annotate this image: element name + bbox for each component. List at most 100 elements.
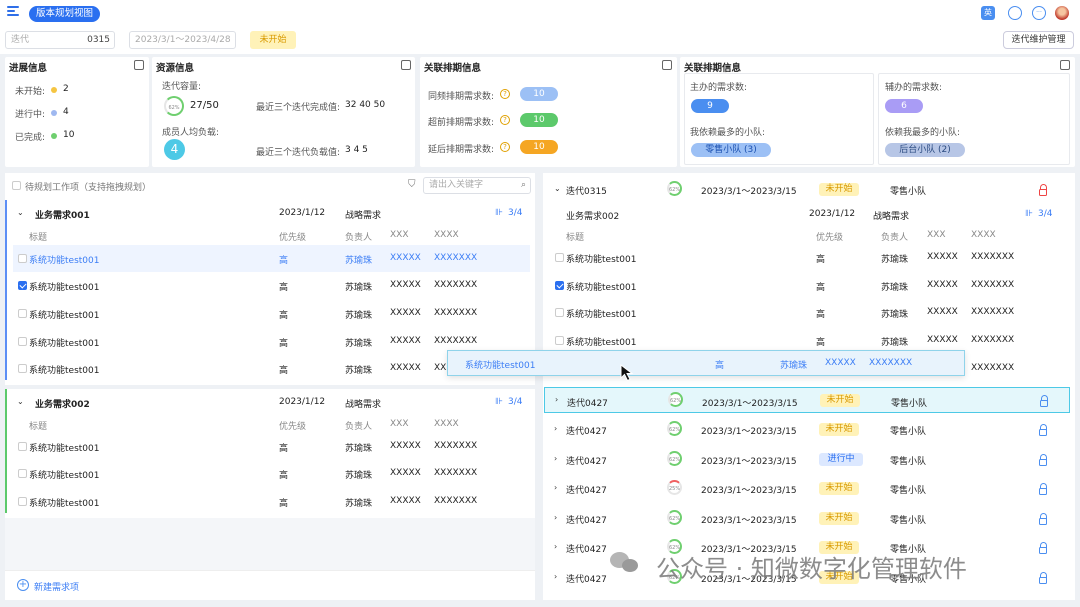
iteration-input[interactable]: 迭代 0315 bbox=[5, 31, 115, 49]
row-checkbox[interactable] bbox=[555, 308, 564, 317]
unlock-icon[interactable] bbox=[1040, 395, 1048, 407]
row-owner: 苏瑜珠 bbox=[345, 283, 373, 293]
row-checkbox[interactable] bbox=[18, 309, 27, 318]
iteration-team: 零售小队 bbox=[891, 399, 928, 409]
iteration-row[interactable]: › 迭代0427 62% 2023/3/1～2023/3/15 未开始 零售小队 bbox=[543, 416, 1075, 443]
load-value: 4 bbox=[164, 139, 185, 160]
assist-team-value[interactable]: 后台小队 (2) bbox=[885, 143, 965, 157]
chevron-right-icon[interactable]: › bbox=[554, 483, 557, 492]
new-item-button[interactable]: 新建需求项 bbox=[34, 580, 79, 593]
chevron-right-icon[interactable]: › bbox=[554, 454, 557, 463]
row-checkbox[interactable] bbox=[18, 364, 27, 373]
row-xxx: XXXXX bbox=[390, 441, 421, 451]
row-checkbox[interactable] bbox=[18, 254, 27, 263]
row-priority: 高 bbox=[279, 471, 289, 481]
robot-icon[interactable] bbox=[1008, 6, 1022, 20]
row-owner: 苏瑜珠 bbox=[345, 339, 373, 349]
progress-ring: 62% bbox=[667, 421, 682, 436]
row-checkbox[interactable] bbox=[18, 442, 27, 451]
table-row[interactable]: 系统功能test001 高 苏瑜珠 XXXXX XXXXXXX bbox=[543, 272, 1075, 299]
help-icon[interactable]: ? bbox=[500, 89, 510, 99]
chat-icon[interactable]: ··· bbox=[1032, 6, 1046, 20]
row-priority: 高 bbox=[816, 310, 826, 320]
chevron-right-icon[interactable]: › bbox=[554, 542, 557, 551]
col-xxx: XXX bbox=[390, 419, 409, 429]
iteration-row[interactable]: ⌄ 迭代0315 62% 2023/3/1～2023/3/15 未开始 零售小队 bbox=[543, 176, 1075, 203]
table-row[interactable]: 系统功能test001 高 苏瑜珠 XXXXX XXXXXXX bbox=[13, 272, 530, 299]
row-title: 系统功能test001 bbox=[566, 310, 637, 320]
chevron-down-icon[interactable]: ⌄ bbox=[554, 184, 561, 193]
row-title: 系统功能test001 bbox=[29, 283, 100, 293]
chevron-right-icon[interactable]: › bbox=[554, 424, 557, 433]
unlock-icon[interactable] bbox=[1039, 424, 1047, 436]
row-checkbox[interactable] bbox=[555, 281, 564, 290]
drag-ghost-row[interactable]: 系统功能test001 高 苏瑜珠 XXXXX XXXXXXX bbox=[447, 350, 965, 376]
lock-icon[interactable] bbox=[1039, 184, 1047, 196]
chevron-down-icon[interactable]: ⌄ bbox=[17, 208, 24, 217]
row-priority: 高 bbox=[279, 499, 289, 509]
menu-icon[interactable] bbox=[7, 6, 19, 18]
table-row[interactable]: 系统功能test001 高 苏瑜珠 XXXXX XXXXXXX bbox=[13, 433, 530, 460]
chevron-right-icon[interactable]: › bbox=[555, 395, 558, 404]
expand-icon[interactable] bbox=[662, 60, 672, 70]
expand-icon[interactable] bbox=[401, 60, 411, 70]
unlock-icon[interactable] bbox=[1039, 454, 1047, 466]
col-owner: 负责人 bbox=[345, 422, 373, 432]
unlock-icon[interactable] bbox=[1039, 542, 1047, 554]
keyword-search-input[interactable]: 请出入关键字 ⌕ bbox=[423, 177, 531, 194]
table-row[interactable]: 系统功能test001 高 苏瑜珠 XXXXX XXXXXXX bbox=[13, 245, 530, 272]
table-row[interactable]: 系统功能test001 高 苏瑜珠 XXXXX XXXXXXX bbox=[13, 488, 530, 515]
row-checkbox[interactable] bbox=[555, 336, 564, 345]
row-title: 系统功能test001 bbox=[29, 444, 100, 454]
iteration-row[interactable]: › 迭代0427 25% 2023/3/1～2023/3/15 未开始 零售小队 bbox=[543, 475, 1075, 502]
assist-count-value: 6 bbox=[885, 99, 923, 113]
row-owner: 苏瑜珠 bbox=[881, 283, 909, 293]
chevron-down-icon[interactable]: ⌄ bbox=[17, 397, 24, 406]
watermark: 公众号 · 知微数字化管理软件 bbox=[656, 555, 967, 583]
iteration-row-highlighted[interactable]: › 迭代0427 62% 2023/3/1～2023/3/15 未开始 零售小队 bbox=[544, 387, 1070, 413]
row-checkbox[interactable] bbox=[555, 253, 564, 262]
drag-priority: 高 bbox=[715, 361, 725, 371]
in-progress-label: 进行中: bbox=[15, 110, 46, 120]
row-checkbox[interactable] bbox=[18, 469, 27, 478]
select-all-checkbox[interactable] bbox=[12, 181, 21, 190]
status-filter[interactable]: 未开始 bbox=[250, 31, 296, 49]
help-icon[interactable]: ? bbox=[500, 142, 510, 152]
iteration-row[interactable]: › 迭代0427 62% 2023/3/1～2023/3/15 进行中 零售小队 bbox=[543, 446, 1075, 473]
unlock-icon[interactable] bbox=[1039, 572, 1047, 584]
table-row[interactable]: 系统功能test001 高 苏瑜珠 XXXXX XXXXXXX bbox=[543, 244, 1075, 271]
table-row[interactable]: 系统功能test001 高 苏瑜珠 XXXXX XXXXXXX bbox=[543, 299, 1075, 326]
main-team-value[interactable]: 零售小队 (3) bbox=[691, 143, 771, 157]
status-badge: 未开始 bbox=[819, 482, 859, 495]
avatar[interactable] bbox=[1055, 6, 1069, 20]
status-dot bbox=[51, 110, 57, 116]
iteration-row[interactable]: › 迭代0427 62% 2023/3/1～2023/3/15 未开始 零售小队 bbox=[543, 505, 1075, 532]
recent-done-label: 最近三个迭代完成值: bbox=[256, 103, 341, 113]
iteration-manage-button[interactable]: 迭代维护管理 bbox=[1003, 31, 1074, 49]
table-row[interactable]: 系统功能test001 高 苏瑜珠 XXXXX XXXXXXX bbox=[13, 460, 530, 487]
chevron-right-icon[interactable]: › bbox=[554, 513, 557, 522]
chevron-right-icon[interactable]: › bbox=[554, 572, 557, 581]
row-checkbox[interactable] bbox=[18, 281, 27, 290]
help-icon[interactable]: ? bbox=[500, 115, 510, 125]
date-range-input[interactable]: 2023/3/1～2023/4/28 bbox=[129, 31, 236, 49]
unlock-icon[interactable] bbox=[1039, 513, 1047, 525]
row-owner: 苏瑜珠 bbox=[345, 256, 373, 266]
search-icon[interactable]: ⌕ bbox=[521, 178, 526, 193]
language-icon[interactable]: 英 bbox=[981, 6, 995, 20]
add-icon[interactable]: + bbox=[17, 579, 29, 591]
row-checkbox[interactable] bbox=[18, 497, 27, 506]
expand-icon[interactable] bbox=[134, 60, 144, 70]
progress-ring: 25% bbox=[667, 480, 682, 495]
expand-icon[interactable] bbox=[1060, 60, 1070, 70]
table-row[interactable]: 系统功能test001 高 苏瑜珠 XXXXX XXXXXXX bbox=[13, 300, 530, 327]
group-date: 2023/1/12 bbox=[279, 397, 326, 407]
row-checkbox[interactable] bbox=[18, 337, 27, 346]
col-xxx: XXX bbox=[927, 230, 946, 240]
filter-icon[interactable]: ⛉ bbox=[408, 179, 416, 190]
status-badge: 进行中 bbox=[819, 453, 863, 466]
unlock-icon[interactable] bbox=[1039, 483, 1047, 495]
view-toggle-button[interactable]: 版本规划视图 bbox=[29, 6, 100, 22]
row-xxxx: XXXXXXX bbox=[434, 496, 478, 506]
row-priority: 高 bbox=[279, 256, 289, 266]
